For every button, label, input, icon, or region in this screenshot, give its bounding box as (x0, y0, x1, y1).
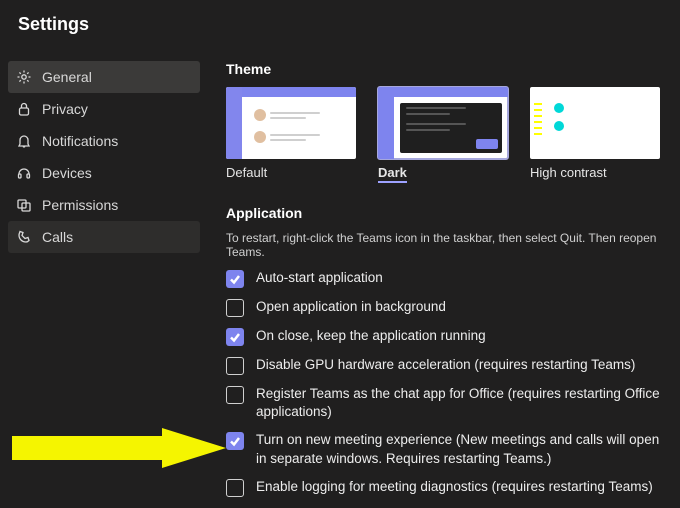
app-option-label: Turn on new meeting experience (New meet… (256, 431, 668, 467)
app-option-label: Enable logging for meeting diagnostics (… (256, 478, 653, 496)
sidebar-item-devices[interactable]: Devices (8, 157, 200, 189)
application-hint: To restart, right-click the Teams icon i… (226, 231, 668, 259)
settings-sidebar: General Privacy Notifications Devices Permis… (0, 35, 208, 497)
checkbox[interactable] (226, 432, 244, 450)
headset-icon (16, 165, 32, 181)
checkbox[interactable] (226, 357, 244, 375)
sidebar-item-privacy[interactable]: Privacy (8, 93, 200, 125)
app-option-6[interactable]: Enable logging for meeting diagnostics (… (226, 478, 668, 497)
app-option-label: Open application in background (256, 298, 446, 316)
app-option-label: On close, keep the application running (256, 327, 486, 345)
sidebar-item-label: Privacy (42, 101, 88, 117)
permissions-icon (16, 197, 32, 213)
settings-main: Theme Default Dark High contrast Applicati… (208, 35, 680, 497)
theme-thumb-default (226, 87, 356, 159)
theme-option-dark[interactable]: Dark (378, 87, 508, 183)
theme-option-hc[interactable]: High contrast (530, 87, 660, 183)
application-heading: Application (226, 205, 668, 221)
theme-option-label: Default (226, 165, 356, 180)
theme-thumb-dark (378, 87, 508, 159)
sidebar-item-label: Notifications (42, 133, 118, 149)
sidebar-item-label: Permissions (42, 197, 118, 213)
sidebar-item-general[interactable]: General (8, 61, 200, 93)
lock-icon (16, 101, 32, 117)
app-option-4[interactable]: Register Teams as the chat app for Offic… (226, 385, 668, 421)
theme-thumb-high-contrast (530, 87, 660, 159)
sidebar-item-label: General (42, 69, 92, 85)
page-title: Settings (0, 0, 680, 35)
gear-icon (16, 69, 32, 85)
app-option-2[interactable]: On close, keep the application running (226, 327, 668, 346)
app-option-label: Auto-start application (256, 269, 383, 287)
checkbox[interactable] (226, 270, 244, 288)
checkbox[interactable] (226, 386, 244, 404)
sidebar-item-permissions[interactable]: Permissions (8, 189, 200, 221)
checkbox[interactable] (226, 479, 244, 497)
checkbox[interactable] (226, 328, 244, 346)
app-option-label: Disable GPU hardware acceleration (requi… (256, 356, 635, 374)
sidebar-item-calls[interactable]: Calls (8, 221, 200, 253)
sidebar-item-label: Calls (42, 229, 73, 245)
bell-icon (16, 133, 32, 149)
theme-options: Default Dark High contrast (226, 87, 668, 183)
theme-heading: Theme (226, 61, 668, 77)
app-option-1[interactable]: Open application in background (226, 298, 668, 317)
sidebar-item-label: Devices (42, 165, 92, 181)
theme-option-label: High contrast (530, 165, 660, 180)
phone-icon (16, 229, 32, 245)
app-option-0[interactable]: Auto-start application (226, 269, 668, 288)
checkbox[interactable] (226, 299, 244, 317)
sidebar-item-notifications[interactable]: Notifications (8, 125, 200, 157)
app-option-3[interactable]: Disable GPU hardware acceleration (requi… (226, 356, 668, 375)
app-option-label: Register Teams as the chat app for Offic… (256, 385, 668, 421)
theme-option-label: Dark (378, 165, 407, 183)
app-option-5[interactable]: Turn on new meeting experience (New meet… (226, 431, 668, 467)
theme-option-default[interactable]: Default (226, 87, 356, 183)
application-options: Auto-start application Open application i… (226, 269, 668, 497)
